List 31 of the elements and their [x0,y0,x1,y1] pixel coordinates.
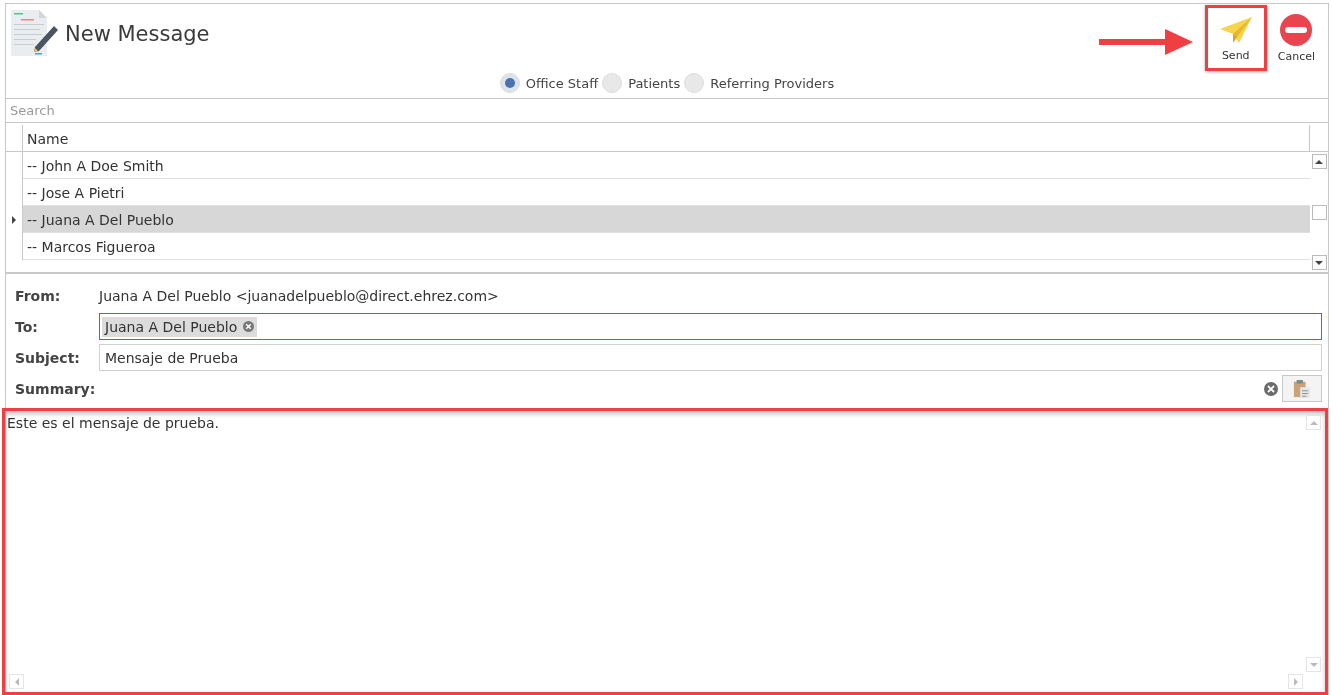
clipboard-icon [1293,378,1311,399]
field-label: To: [15,318,39,335]
subject-field[interactable]: Mensaje de Prueba [99,344,1322,371]
window-title: New Message [65,22,210,46]
remove-icon[interactable] [243,321,255,332]
document-pen-icon [9,8,59,58]
send-button[interactable]: Send [1204,5,1267,71]
scrollbar[interactable] [9,674,1303,689]
no-entry-icon [1280,13,1313,46]
to-field[interactable]: Juana A Del Pueblo [99,313,1322,340]
message-text: Este es el mensaje de prueba. [6,414,220,433]
paste-button[interactable] [1282,375,1322,402]
paper-plane-icon [1218,14,1253,45]
table-row[interactable]: -- John A Doe Smith [23,152,1310,179]
field-label: Summary: [15,380,97,397]
column-header[interactable]: Name [23,125,1309,151]
table-row[interactable]: -- Juana A Del Pueblo [23,206,1310,233]
recipient-chip[interactable]: Juana A Del Pueblo [102,316,258,337]
scrollbar[interactable] [1310,152,1328,272]
sender-address: Juana A Del Pueblo <juanadelpueblo@direct.ehrez.com> [99,287,499,304]
field-label: From: [15,287,62,304]
recipient-type-radio[interactable]: Referring Providers [684,73,835,93]
message-body[interactable]: Este es el mensaje de prueba. [2,408,1328,695]
scrollbar[interactable] [1306,415,1321,672]
clear-icon[interactable] [1264,381,1278,396]
recipient-type-radio[interactable]: Patients [602,73,681,93]
recipient-type-radio[interactable]: Office Staff [499,73,599,93]
cancel-button[interactable]: Cancel [1268,5,1324,71]
search-field[interactable]: Search [6,98,1328,123]
table-row[interactable]: -- Marcos Figueroa [23,233,1310,260]
field-label: Subject: [15,349,81,366]
